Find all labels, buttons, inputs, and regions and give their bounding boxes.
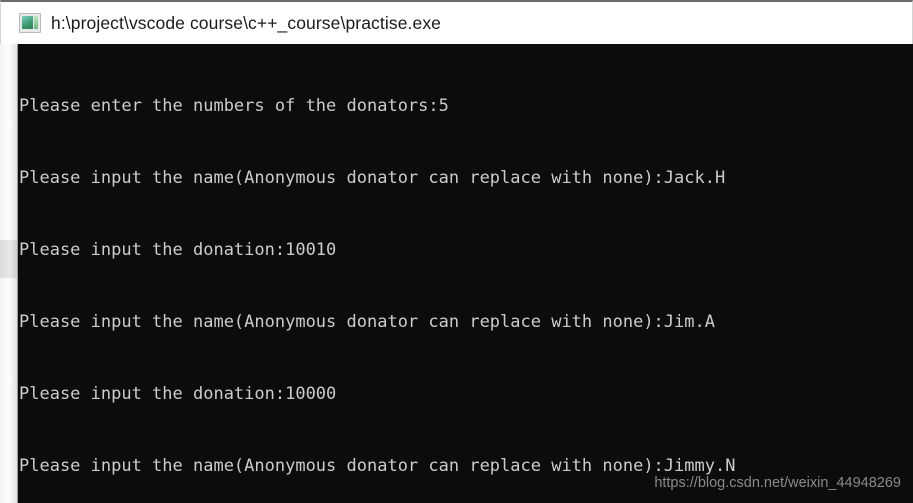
scrollbar-thumb[interactable]	[0, 240, 17, 278]
vertical-scrollbar[interactable]	[0, 44, 18, 503]
console-line: Please enter the numbers of the donators…	[19, 96, 449, 116]
console-text-buffer: Please enter the numbers of the donators…	[19, 44, 913, 503]
console-line: Please input the name(Anonymous donator …	[19, 456, 736, 476]
console-line: Please input the name(Anonymous donator …	[19, 168, 726, 188]
console-app-icon-screen	[22, 16, 33, 29]
console-line: Please input the donation:10010	[19, 240, 337, 260]
console-line: Please input the name(Anonymous donator …	[19, 312, 715, 332]
console-output-area[interactable]: Please enter the numbers of the donators…	[0, 44, 913, 503]
console-line: Please input the donation:10000	[19, 384, 337, 404]
window-title-bar[interactable]: h:\project\vscode course\c++_course\prac…	[0, 0, 913, 44]
console-app-icon	[19, 13, 41, 33]
console-app-icon-bar	[34, 16, 38, 29]
console-window-screenshot: h:\project\vscode course\c++_course\prac…	[0, 0, 913, 503]
window-title-text: h:\project\vscode course\c++_course\prac…	[51, 12, 442, 33]
